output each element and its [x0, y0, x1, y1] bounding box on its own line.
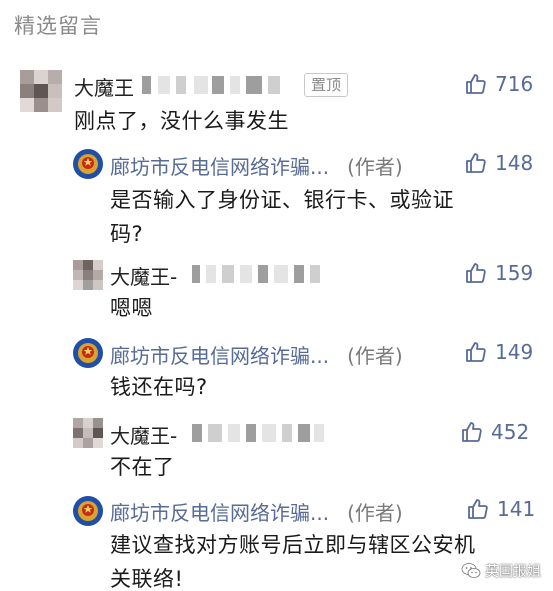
redacted-name-mosaic [192, 424, 327, 442]
reply-text-line: 是否输入了身份证、银行卡、或验证 [110, 188, 454, 212]
reply-text-line: 嗯嗯 [110, 296, 153, 320]
like-count: 148 [495, 151, 534, 175]
watermark: 英国报姐 [461, 561, 541, 581]
police-emblem-icon[interactable] [73, 496, 103, 526]
author-tag: (作者) [347, 501, 403, 525]
author-tag: (作者) [347, 155, 403, 179]
reply-text: 不在了 [110, 450, 175, 484]
reply-user-name[interactable]: 大魔王- [110, 420, 177, 449]
thumbs-up-icon [462, 422, 482, 442]
section-title: 精选留言 [14, 14, 102, 38]
comment-author-name[interactable]: 大魔王 [74, 72, 134, 101]
like-button[interactable]: 159 [464, 261, 533, 285]
like-count: 141 [497, 497, 536, 521]
reply-text: 嗯嗯 [110, 291, 153, 325]
reply-author-name[interactable]: 廊坊市反电信网络诈骗... (作者) [110, 497, 403, 526]
like-button[interactable]: 148 [464, 151, 533, 175]
like-count: 452 [491, 420, 530, 444]
like-button[interactable]: 141 [466, 497, 535, 521]
reply-user-name[interactable]: 大魔王- [110, 261, 177, 290]
like-button[interactable]: 149 [464, 340, 533, 364]
watermark-text: 英国报姐 [485, 564, 541, 580]
like-count: 716 [495, 72, 534, 96]
comment-text: 刚点了，没什么事发生 [74, 109, 289, 133]
thumbs-up-icon [466, 263, 486, 283]
reply-text: 钱还在吗? [110, 370, 208, 404]
reply-text-line: 不在了 [110, 455, 175, 479]
redacted-name-mosaic [192, 265, 322, 283]
reply-text: 建议查找对方账号后立即与辖区公安机 关联络! [110, 528, 476, 591]
wechat-icon [461, 563, 481, 578]
user-avatar[interactable] [20, 70, 62, 112]
thumbs-up-icon [466, 342, 486, 362]
reply-text-line: 关联络! [110, 567, 184, 591]
reply-text-line: 建议查找对方账号后立即与辖区公安机 [110, 533, 476, 557]
reply-author-name[interactable]: 廊坊市反电信网络诈骗... (作者) [110, 340, 403, 369]
police-emblem-icon[interactable] [73, 338, 103, 368]
author-tag: (作者) [347, 344, 403, 368]
like-count: 149 [495, 340, 534, 364]
redacted-name-mosaic [142, 76, 287, 94]
pinned-badge: 置顶 [304, 73, 349, 97]
thumbs-up-icon [466, 153, 486, 173]
thumbs-up-icon [468, 499, 488, 519]
reply-author-name[interactable]: 廊坊市反电信网络诈骗... (作者) [110, 151, 403, 180]
like-button[interactable]: 716 [464, 72, 533, 96]
like-count: 159 [495, 261, 534, 285]
reply-text: 是否输入了身份证、银行卡、或验证 码? [110, 183, 454, 251]
user-avatar[interactable] [73, 260, 103, 290]
reply-text-line: 钱还在吗? [110, 375, 208, 399]
user-avatar[interactable] [73, 418, 103, 448]
thumbs-up-icon [466, 74, 486, 94]
police-emblem-icon[interactable] [73, 149, 103, 179]
reply-text-line: 码? [110, 222, 144, 246]
like-button[interactable]: 452 [460, 420, 529, 444]
